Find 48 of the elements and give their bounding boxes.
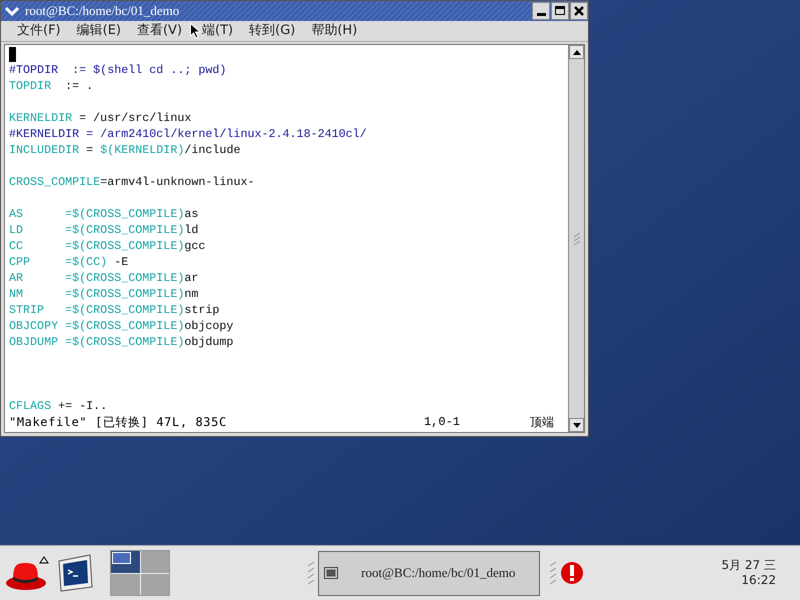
code-line: KERNELDIR = /usr/src/linux [9, 110, 192, 126]
terminal-icon [324, 567, 338, 579]
close-button[interactable] [570, 2, 588, 20]
code-line: LD =$(CROSS_COMPILE)ld [9, 222, 198, 238]
grip-icon[interactable] [550, 560, 556, 586]
workspace[interactable] [111, 551, 140, 572]
clock[interactable]: 5月 27 三 16:22 [721, 558, 776, 588]
text-cursor [9, 46, 16, 62]
code-line: STRIP =$(CROSS_COMPILE)strip [9, 302, 220, 318]
code-line: CPP =$(CC) -E [9, 254, 128, 270]
minimize-button[interactable] [532, 2, 550, 20]
code-line: NM =$(CROSS_COMPILE)nm [9, 286, 198, 302]
code-line: CFLAGS += -I.. [9, 398, 108, 414]
scroll-down-button[interactable] [569, 418, 584, 432]
code-line: OBJDUMP =$(CROSS_COMPILE)objdump [9, 334, 234, 350]
scrollbar[interactable] [568, 45, 584, 432]
code-line: AS =$(CROSS_COMPILE)as [9, 206, 198, 222]
taskbar-button[interactable]: root@BC:/home/bc/01_demo [318, 550, 540, 596]
menu-item[interactable]: 文件(F) [9, 21, 69, 40]
scroll-up-button[interactable] [569, 45, 584, 59]
code-line: #TOPDIR := $(shell cd ..; pwd) [9, 62, 226, 78]
menu-item[interactable]: 编辑(E) [68, 21, 129, 40]
cursor-position: 1,0-1 [424, 414, 460, 431]
mouse-pointer-icon [190, 22, 202, 39]
down-arrow-icon [572, 422, 580, 428]
window-title: root@BC:/home/bc/01_demo [25, 2, 180, 20]
time-text: 16:22 [741, 573, 776, 588]
code-line: OBJCOPY =$(CROSS_COMPILE)objcopy [9, 318, 234, 334]
code-line: CROSS_COMPILE=armv4l-unknown-linux- [9, 174, 254, 190]
menu-item[interactable]: 帮助(H) [303, 21, 366, 40]
alert-icon[interactable] [560, 561, 584, 585]
menu-item[interactable]: 端(T) [201, 21, 242, 40]
grip-icon[interactable] [308, 560, 314, 586]
code-line: #KERNELDIR = /arm2410cl/kernel/linux-2.4.18-2410cl/ [9, 126, 367, 142]
code-line: CC =$(CROSS_COMPILE)gcc [9, 238, 206, 254]
menu-item[interactable]: 转到(G) [241, 21, 304, 40]
maximize-button[interactable] [551, 2, 569, 20]
grip-icon[interactable] [572, 232, 580, 246]
close-icon [574, 6, 584, 16]
chevron-down-icon[interactable] [5, 6, 19, 16]
code-line: TOPDIR := . [9, 78, 94, 94]
code-line: INCLUDEDIR = $(KERNELDIR)/include [9, 142, 240, 158]
status-message: "Makefile" [已转换] 47L, 835C [9, 414, 227, 431]
scroll-position: 顶端 [530, 414, 554, 431]
menu-item[interactable]: 查看(V) [128, 21, 190, 40]
date-text: 5月 27 三 [721, 558, 776, 573]
code-line: AR =$(CROSS_COMPILE)ar [9, 270, 198, 286]
up-arrow-icon [572, 50, 580, 54]
